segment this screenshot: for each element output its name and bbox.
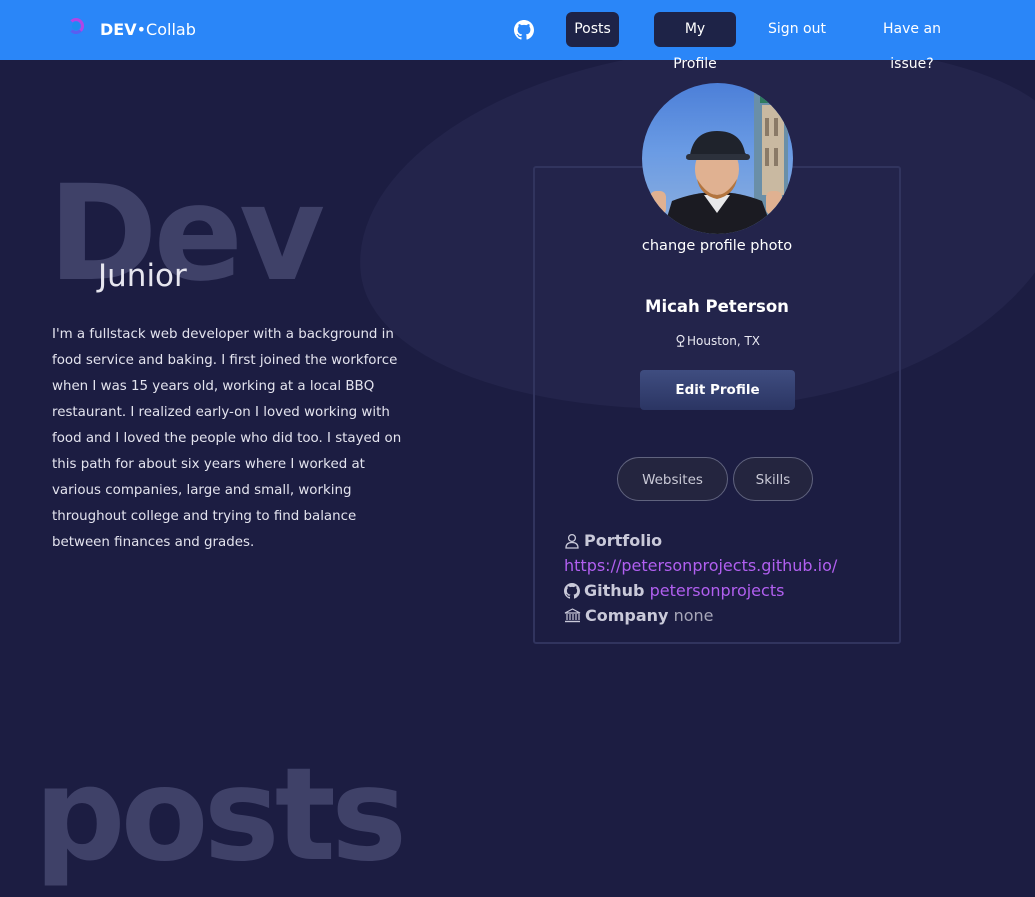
github-small-icon <box>564 583 580 599</box>
nav-sign-out-link[interactable]: Sign out <box>760 12 834 47</box>
developer-level: Junior <box>98 258 187 294</box>
company-label: Company <box>585 606 669 625</box>
nav-posts-button[interactable]: Posts <box>566 12 619 47</box>
github-username-link[interactable]: petersonprojects <box>650 581 785 600</box>
github-icon[interactable] <box>514 20 534 40</box>
portfolio-url-row: https://petersonprojects.github.io/ <box>564 555 837 577</box>
github-label: Github <box>584 581 645 600</box>
brand-logo-icon <box>66 18 88 40</box>
bio-text: I'm a fullstack web developer with a bac… <box>52 327 402 550</box>
profile-avatar[interactable] <box>642 83 793 234</box>
location-pin-icon <box>676 334 685 347</box>
portfolio-label: Portfolio <box>584 531 663 550</box>
brand[interactable]: DEV • Collab <box>66 16 196 42</box>
bank-icon <box>564 608 581 623</box>
brand-dot: • <box>136 19 147 39</box>
brand-collab: Collab <box>146 19 196 39</box>
profile-name: Micah Peterson <box>645 297 789 316</box>
user-icon <box>565 533 579 549</box>
company-value: none <box>673 606 714 625</box>
company-row: Company none <box>564 605 714 627</box>
nav-issue-link[interactable]: Have an issue? <box>852 12 972 72</box>
tab-websites[interactable]: Websites <box>617 457 728 501</box>
change-photo-link[interactable]: change profile photo <box>533 238 901 254</box>
profile-location: Houston, TX <box>533 334 901 348</box>
portfolio-url-link[interactable]: https://petersonprojects.github.io/ <box>564 556 837 575</box>
portfolio-row: Portfolio <box>564 530 662 552</box>
navbar: DEV • Collab Posts My Profile Sign out H… <box>0 0 1035 72</box>
edit-profile-button[interactable]: Edit Profile <box>640 370 795 410</box>
nav-my-profile-button[interactable]: My Profile <box>654 12 736 72</box>
brand-dev: DEV <box>100 19 137 39</box>
github-row: Github petersonprojects <box>564 580 784 602</box>
tab-skills[interactable]: Skills <box>733 457 813 501</box>
posts-section-heading: posts <box>34 741 407 890</box>
profile-location-text: Houston, TX <box>686 334 761 348</box>
